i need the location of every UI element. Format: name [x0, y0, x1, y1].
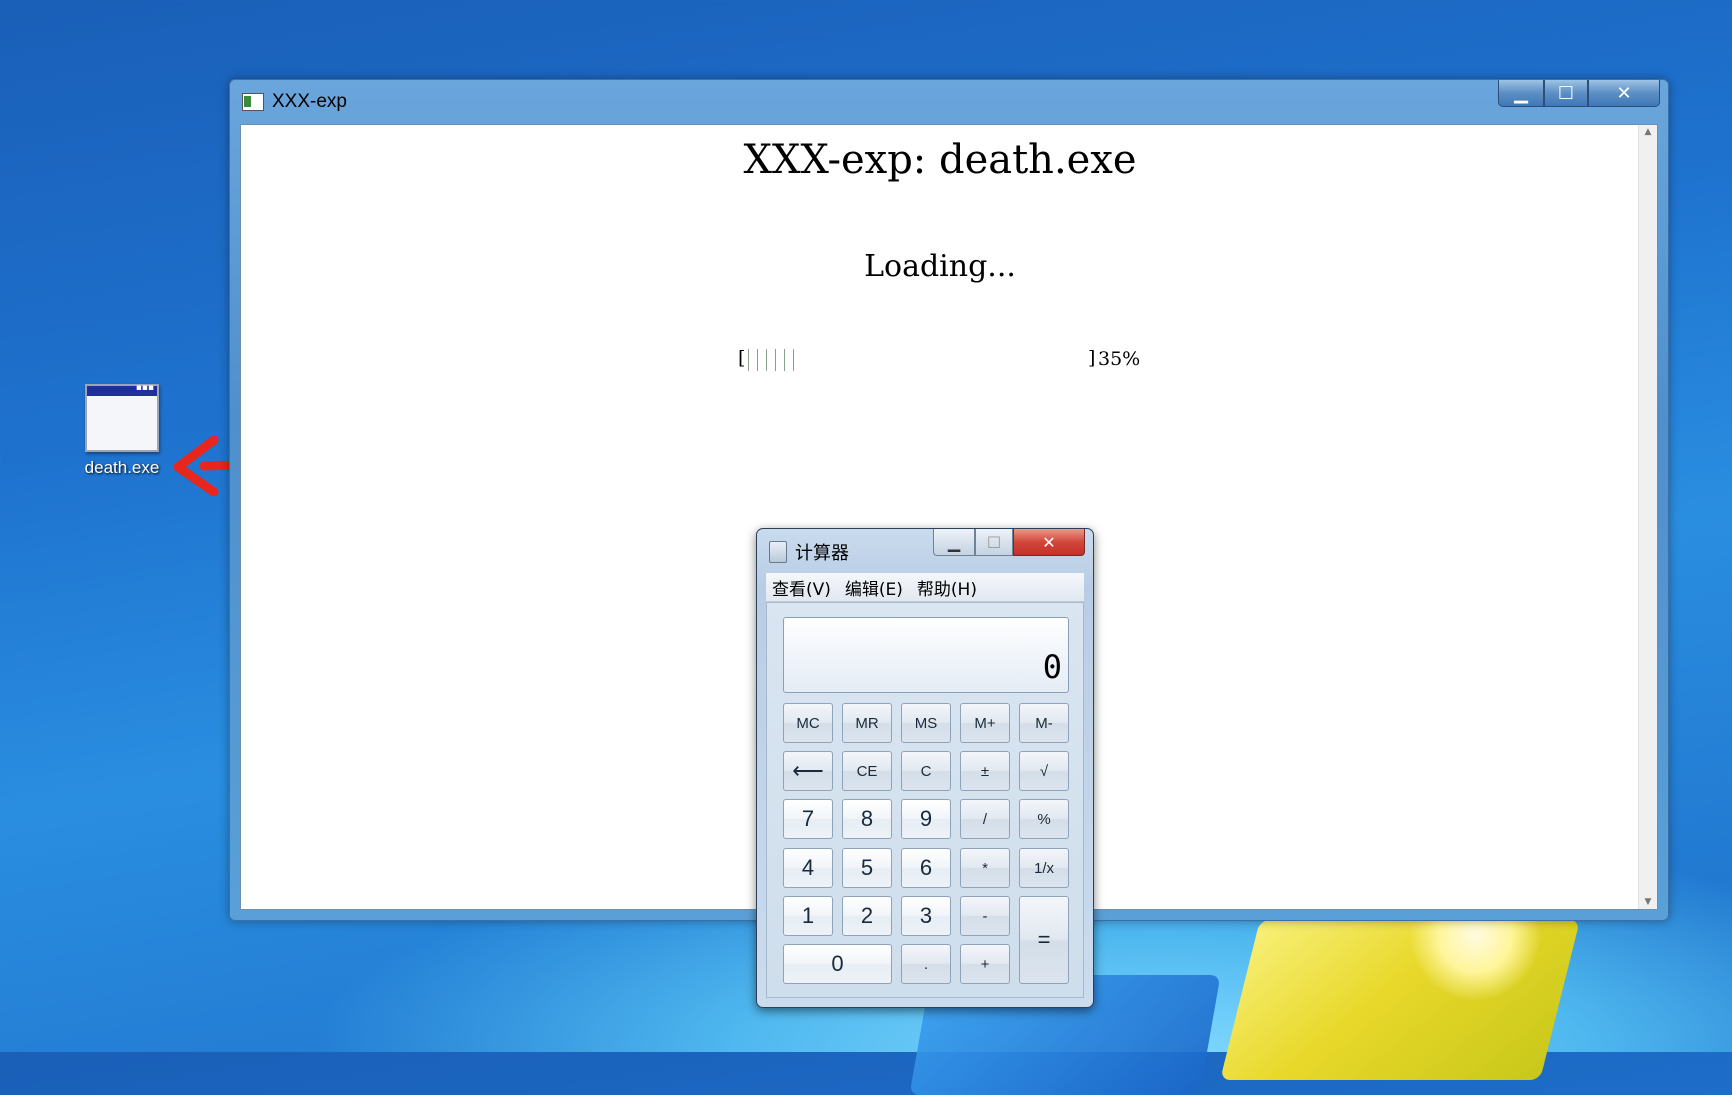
close-icon: ✕: [1042, 532, 1056, 552]
scroll-up-icon[interactable]: ▲: [1639, 127, 1657, 137]
loading-text: Loading...: [864, 249, 1016, 284]
menu-edit[interactable]: 编辑(E): [845, 575, 903, 600]
key-1[interactable]: 1: [783, 896, 833, 936]
close-icon: ✕: [1616, 82, 1632, 104]
vertical-scrollbar[interactable]: ▲ ▼: [1638, 125, 1657, 909]
key-equals[interactable]: =: [1019, 896, 1069, 984]
calculator-menubar: 查看(V) 编辑(E) 帮助(H): [766, 573, 1084, 602]
key-6[interactable]: 6: [901, 848, 951, 888]
maximize-icon: ☐: [1557, 82, 1575, 104]
minimize-button[interactable]: ▁: [1498, 80, 1544, 107]
key-sqrt[interactable]: √: [1019, 751, 1069, 791]
calculator-titlebar: 计算器: [769, 539, 849, 565]
desktop-icon-label: death.exe: [84, 458, 160, 477]
window-app-icon: [85, 383, 159, 452]
desktop-icon-death-exe[interactable]: death.exe: [70, 383, 174, 478]
progress-bar: [ ] 35%: [738, 347, 1168, 373]
key-plus-minus[interactable]: ±: [960, 751, 1010, 791]
key-7[interactable]: 7: [783, 799, 833, 839]
key-divide[interactable]: /: [960, 799, 1010, 839]
window-titlebar: XXX-exp: [242, 89, 347, 115]
key-0[interactable]: 0: [783, 944, 892, 984]
progress-right-bracket: ]: [1088, 347, 1096, 369]
window-title: XXX-exp: [272, 91, 347, 112]
progress-tick: [748, 349, 749, 371]
key-mr[interactable]: MR: [842, 703, 892, 743]
key-add[interactable]: +: [960, 944, 1010, 984]
progress-tick: [766, 349, 767, 371]
key-subtract[interactable]: -: [960, 896, 1010, 936]
progress-tick: [793, 349, 794, 371]
key-mc[interactable]: MC: [783, 703, 833, 743]
calculator-title: 计算器: [795, 543, 849, 564]
close-button[interactable]: ✕: [1588, 80, 1660, 107]
calculator-display: 0: [783, 617, 1069, 693]
progress-tick: [784, 349, 785, 371]
key-9[interactable]: 9: [901, 799, 951, 839]
scroll-down-icon[interactable]: ▼: [1639, 897, 1657, 907]
calculator-body: 0 MC MR MS M+ M- ⟵ CE C ± √ 7 8 9 / % 4 …: [766, 602, 1084, 998]
minimize-icon: ▁: [1514, 82, 1528, 104]
console-title: XXX-exp: death.exe: [743, 137, 1137, 183]
progress-percent: 35%: [1098, 348, 1141, 370]
maximize-button[interactable]: ☐: [1544, 80, 1588, 107]
window-app-icon: [242, 93, 264, 111]
calculator-keypad: MC MR MS M+ M- ⟵ CE C ± √ 7 8 9 / % 4 5 …: [783, 703, 1069, 995]
key-c[interactable]: C: [901, 751, 951, 791]
key-4[interactable]: 4: [783, 848, 833, 888]
menu-view[interactable]: 查看(V): [772, 575, 831, 600]
display-value: 0: [1042, 648, 1062, 686]
calc-close-button[interactable]: ✕: [1013, 529, 1085, 556]
minimize-icon: ▁: [947, 532, 961, 552]
key-percent[interactable]: %: [1019, 799, 1069, 839]
key-8[interactable]: 8: [842, 799, 892, 839]
progress-tick: [757, 349, 758, 371]
progress-tick: [775, 349, 776, 371]
progress-fill: [748, 349, 794, 371]
key-multiply[interactable]: *: [960, 848, 1010, 888]
menu-help[interactable]: 帮助(H): [917, 575, 977, 600]
key-5[interactable]: 5: [842, 848, 892, 888]
key-backspace[interactable]: ⟵: [783, 751, 833, 791]
key-2[interactable]: 2: [842, 896, 892, 936]
calculator-icon: [769, 541, 787, 563]
key-decimal[interactable]: .: [901, 944, 951, 984]
calculator-window: 计算器 ▁ ☐ ✕ 查看(V) 编辑(E) 帮助(H) 0 MC MR MS M…: [756, 528, 1094, 1008]
calc-minimize-button[interactable]: ▁: [933, 529, 975, 556]
maximize-icon: ☐: [986, 532, 1002, 552]
key-ce[interactable]: CE: [842, 751, 892, 791]
key-ms[interactable]: MS: [901, 703, 951, 743]
progress-left-bracket: [: [738, 347, 746, 369]
calc-maximize-button: ☐: [975, 529, 1013, 556]
key-3[interactable]: 3: [901, 896, 951, 936]
key-m-plus[interactable]: M+: [960, 703, 1010, 743]
key-m-minus[interactable]: M-: [1019, 703, 1069, 743]
key-reciprocal[interactable]: 1/x: [1019, 848, 1069, 888]
